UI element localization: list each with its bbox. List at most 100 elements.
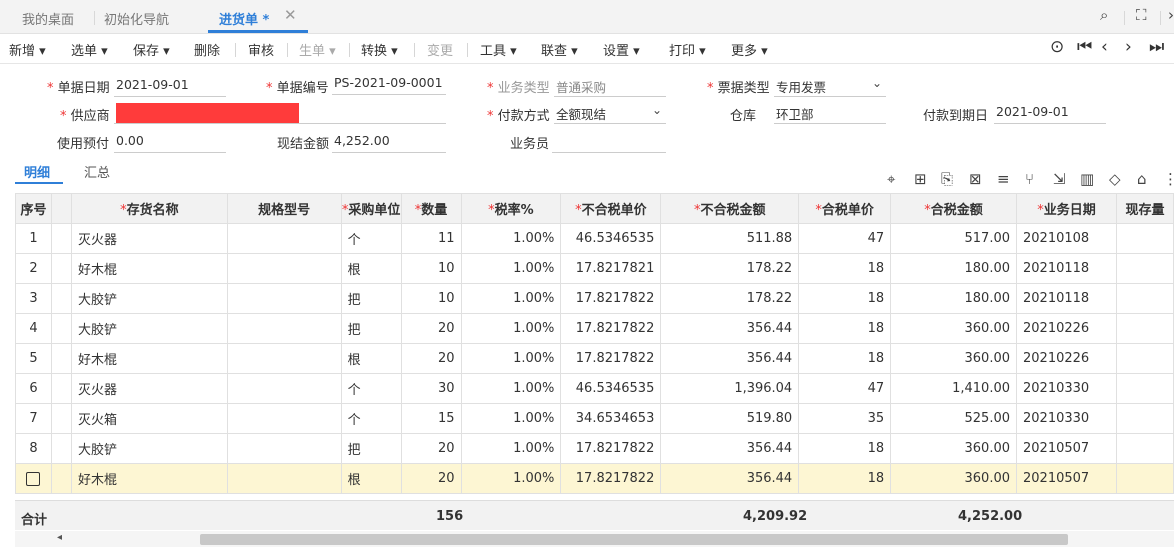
tax-rate-cell[interactable]: 1.00% (460, 253, 562, 284)
amount-cell[interactable]: 356.44 (660, 343, 800, 374)
col-header[interactable]: *税率% (460, 193, 562, 224)
row-number-cell[interactable]: 7 (15, 403, 52, 434)
horizontal-scrollbar[interactable]: ◂ (15, 531, 1174, 547)
spec-cell[interactable] (226, 223, 342, 254)
qty-cell[interactable]: 20 (400, 313, 462, 344)
tab-desktop[interactable]: 我的桌面 (22, 9, 74, 28)
amount-cell[interactable]: 511.88 (660, 223, 800, 254)
salesman-field[interactable] (552, 131, 666, 153)
unit-price-cell[interactable]: 17.8217822 (560, 433, 662, 464)
spec-cell[interactable] (226, 403, 342, 434)
last-record-icon[interactable]: ⏭ (1149, 37, 1164, 57)
amount-cell[interactable]: 519.80 (660, 403, 800, 434)
qty-cell[interactable]: 30 (400, 373, 462, 404)
next-record-icon[interactable]: › (1125, 37, 1132, 57)
table-row[interactable]: 好木棍 根 20 1.00% 17.8217822 356.44 18 360.00 20210… (15, 463, 1174, 494)
item-name-cell[interactable]: 大胶铲 (70, 433, 228, 464)
list-icon[interactable]: ≡ (997, 170, 1010, 188)
tab-purchase-receipt[interactable]: 进货单 * (219, 9, 269, 28)
location-icon[interactable]: ⌖ (887, 170, 895, 188)
first-record-icon[interactable]: ⏮ (1077, 37, 1092, 57)
table-row[interactable]: 5 好木棍 根 20 1.00% 17.8217822 356.44 18 360.00 2021… (15, 343, 1174, 374)
unit-price-cell[interactable]: 17.8217822 (560, 313, 662, 344)
save-button[interactable]: 保存 ▾ (133, 40, 170, 59)
col-header[interactable]: *采购单位 (340, 193, 402, 224)
biz-date-cell[interactable]: 20210108 (1016, 223, 1117, 254)
invoice-type-select[interactable]: 专用发票 ⌄ (774, 75, 886, 97)
table-row[interactable]: 8 大胶铲 把 20 1.00% 17.8217822 356.44 18 360.00 2021… (15, 433, 1174, 464)
more-button[interactable]: 更多 ▾ (731, 40, 768, 59)
col-header[interactable]: *不合税单价 (560, 193, 662, 224)
col-header[interactable]: 序号 (15, 193, 52, 224)
tax-price-cell[interactable]: 18 (798, 463, 892, 494)
close-icon[interactable]: ✕ (284, 6, 297, 24)
row-selector-cell[interactable] (50, 373, 72, 404)
doc-no-field[interactable]: PS-2021-09-0001 (332, 73, 446, 95)
audit-button[interactable]: 审核 (248, 40, 274, 59)
delete-button[interactable]: 删除 (194, 40, 220, 59)
amount-cell[interactable]: 1,396.04 (660, 373, 800, 404)
prev-record-icon[interactable]: ‹ (1101, 37, 1108, 57)
col-header[interactable]: 规格型号 (226, 193, 342, 224)
qty-cell[interactable]: 10 (400, 283, 462, 314)
table-row[interactable]: 2 好木棍 根 10 1.00% 17.8217821 178.22 18 180.00 2021… (15, 253, 1174, 284)
stock-cell[interactable] (1115, 373, 1174, 404)
columns-icon[interactable]: ▥ (1080, 170, 1094, 188)
unit-price-cell[interactable]: 46.5346535 (560, 373, 662, 404)
qty-cell[interactable]: 10 (400, 253, 462, 284)
table-row[interactable]: 7 灭火箱 个 15 1.00% 34.6534653 519.80 35 525.00 2021… (15, 403, 1174, 434)
col-header[interactable]: 现存量 (1115, 193, 1174, 224)
unit-cell[interactable]: 个 (340, 373, 402, 404)
fullscreen-icon[interactable]: ⛶ (1136, 6, 1147, 24)
unit-cell[interactable]: 根 (340, 253, 402, 284)
biz-date-cell[interactable]: 20210226 (1016, 313, 1117, 344)
tax-price-cell[interactable]: 18 (798, 283, 892, 314)
item-name-cell[interactable]: 灭火器 (70, 223, 228, 254)
biz-date-cell[interactable]: 20210330 (1016, 403, 1117, 434)
more-icon[interactable]: ⋮ (1163, 170, 1174, 188)
item-name-cell[interactable]: 大胶铲 (70, 283, 228, 314)
amount-cell[interactable]: 356.44 (660, 463, 800, 494)
tax-amount-cell[interactable]: 517.00 (890, 223, 1017, 254)
tax-rate-cell[interactable]: 1.00% (460, 283, 562, 314)
amount-cell[interactable]: 178.22 (660, 283, 800, 314)
collapse-icon[interactable]: › (1168, 6, 1174, 24)
tools-button[interactable]: 工具 ▾ (480, 40, 517, 59)
stock-cell[interactable] (1115, 313, 1174, 344)
unit-price-cell[interactable]: 46.5346535 (560, 223, 662, 254)
unit-price-cell[interactable]: 17.8217822 (560, 343, 662, 374)
tax-price-cell[interactable]: 47 (798, 373, 892, 404)
query-button[interactable]: 联查 ▾ (541, 40, 578, 59)
unit-cell[interactable]: 把 (340, 313, 402, 344)
row-number-cell[interactable]: 1 (15, 223, 52, 254)
unit-cell[interactable]: 个 (340, 403, 402, 434)
row-number-cell[interactable]: 2 (15, 253, 52, 284)
unit-price-cell[interactable]: 17.8217822 (560, 463, 662, 494)
item-name-cell[interactable]: 大胶铲 (70, 313, 228, 344)
spec-cell[interactable] (226, 343, 342, 374)
spec-cell[interactable] (226, 463, 342, 494)
unit-price-cell[interactable]: 17.8217822 (560, 283, 662, 314)
item-name-cell[interactable]: 好木棍 (70, 253, 228, 284)
scrollbar-thumb[interactable] (200, 534, 1068, 545)
tax-price-cell[interactable]: 18 (798, 343, 892, 374)
qty-cell[interactable]: 15 (400, 403, 462, 434)
split-icon[interactable]: ⑂ (1025, 170, 1034, 188)
qty-cell[interactable]: 20 (400, 463, 462, 494)
unit-cell[interactable]: 把 (340, 433, 402, 464)
unit-cell[interactable]: 个 (340, 223, 402, 254)
tab-init-nav[interactable]: 初始化导航 (104, 9, 169, 28)
stock-cell[interactable] (1115, 403, 1174, 434)
tax-amount-cell[interactable]: 525.00 (890, 403, 1017, 434)
tab-detail[interactable]: 明细 (24, 162, 50, 181)
due-date-field[interactable]: 2021-09-01 (994, 102, 1106, 124)
tax-amount-cell[interactable]: 180.00 (890, 283, 1017, 314)
unit-cell[interactable]: 根 (340, 463, 402, 494)
amount-cell[interactable]: 356.44 (660, 313, 800, 344)
amount-cell[interactable]: 356.44 (660, 433, 800, 464)
spec-cell[interactable] (226, 433, 342, 464)
spec-cell[interactable] (226, 313, 342, 344)
col-header[interactable]: *合税金额 (890, 193, 1017, 224)
item-name-cell[interactable]: 灭火器 (70, 373, 228, 404)
new-button[interactable]: 新增 ▾ (9, 40, 46, 59)
